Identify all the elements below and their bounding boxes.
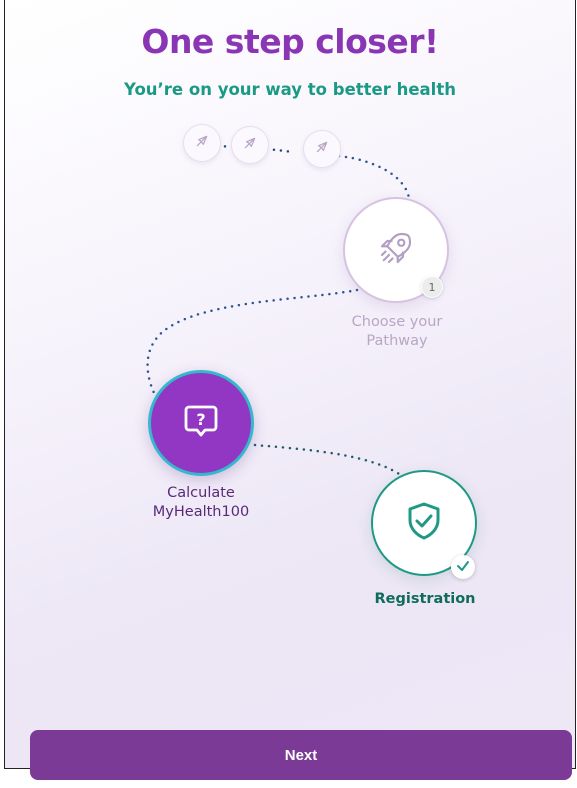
svg-text:?: ?	[196, 410, 205, 429]
progress-path	[146, 138, 411, 480]
check-icon	[456, 559, 470, 576]
step-number-badge: 1	[421, 276, 443, 298]
question-chat-icon: ?	[181, 401, 221, 446]
step-calculate-myhealth100[interactable]: ?	[148, 370, 254, 476]
screen-frame: One step closer! You’re on your way to b…	[4, 0, 576, 769]
mini-step-3	[303, 130, 341, 168]
mini-step-2	[231, 126, 269, 164]
mini-step-1	[183, 124, 221, 162]
step-label-calculate: Calculate MyHealth100	[152, 485, 250, 520]
step-label-pathway: Choose your Pathway	[351, 314, 443, 349]
rocket-icon	[194, 133, 210, 154]
rocket-icon	[242, 135, 258, 156]
rocket-icon	[314, 139, 330, 160]
shield-check-icon	[403, 500, 445, 547]
step-label-registration: Registration	[374, 591, 476, 607]
next-button[interactable]: Next	[30, 730, 572, 780]
rocket-icon	[375, 227, 417, 274]
completed-badge	[451, 555, 475, 579]
